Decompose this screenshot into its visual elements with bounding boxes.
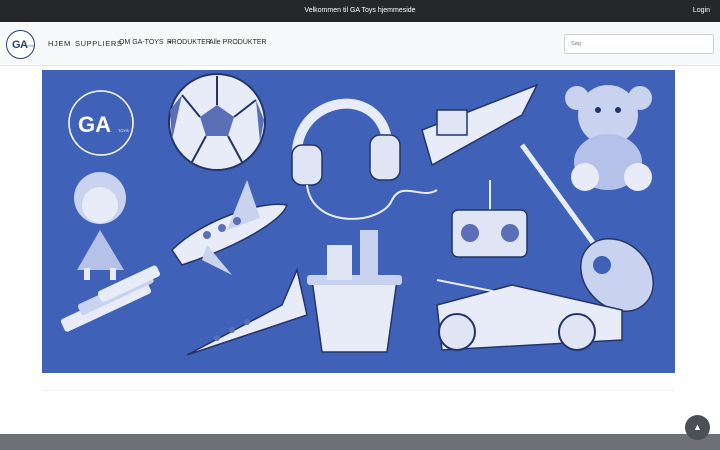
top-bar: Velkommen til GA Toys hjemmeside Login <box>0 0 720 22</box>
remote-control-icon <box>451 180 528 258</box>
airplane-icon <box>171 180 288 275</box>
banner-logo-ga: GA <box>78 112 111 137</box>
toys-illustration: GA TOYS <box>60 73 654 356</box>
chevron-up-icon: ▲ <box>693 422 702 432</box>
scroll-to-top-button[interactable]: ▲ <box>685 415 710 440</box>
content-divider <box>42 390 675 391</box>
nav-item-about[interactable]: OM GA-TOYS ▼ <box>119 39 173 46</box>
site-logo[interactable]: GA TOYS <box>6 30 35 59</box>
footer <box>0 434 720 450</box>
nav-item-suppliers[interactable]: SUPPLIERS <box>75 39 123 48</box>
login-link[interactable]: Login <box>693 7 710 14</box>
hero-banner: GA TOYS <box>42 70 675 373</box>
logo-ga-text: GA <box>12 39 28 51</box>
trumpet-icon <box>186 267 308 356</box>
welcome-text: Velkommen til GA Toys hjemmeside <box>304 7 416 14</box>
nav-item-about-label: OM GA-TOYS <box>119 39 164 46</box>
headphones-icon <box>291 98 438 220</box>
nav-item-products[interactable]: PRODUKTER <box>167 39 211 46</box>
doll-icon <box>74 172 126 280</box>
nav-item-home[interactable]: HJEM <box>48 39 71 48</box>
nav-item-all-products[interactable]: Alle PRODUKTER <box>209 39 267 46</box>
teddy-bear-icon <box>565 85 652 191</box>
boat-icon <box>421 83 539 167</box>
bucket-icon <box>307 230 402 353</box>
soccer-ball-icon <box>168 73 266 171</box>
banner-logo: GA TOYS <box>68 90 134 156</box>
logo-toys-text: TOYS <box>27 45 34 48</box>
site-header: GA TOYS HJEM SUPPLIERS OM GA-TOYS ▼ PROD… <box>0 22 720 66</box>
search-input[interactable]: Søg <box>564 34 714 54</box>
banner-logo-toys: TOYS <box>118 128 129 133</box>
